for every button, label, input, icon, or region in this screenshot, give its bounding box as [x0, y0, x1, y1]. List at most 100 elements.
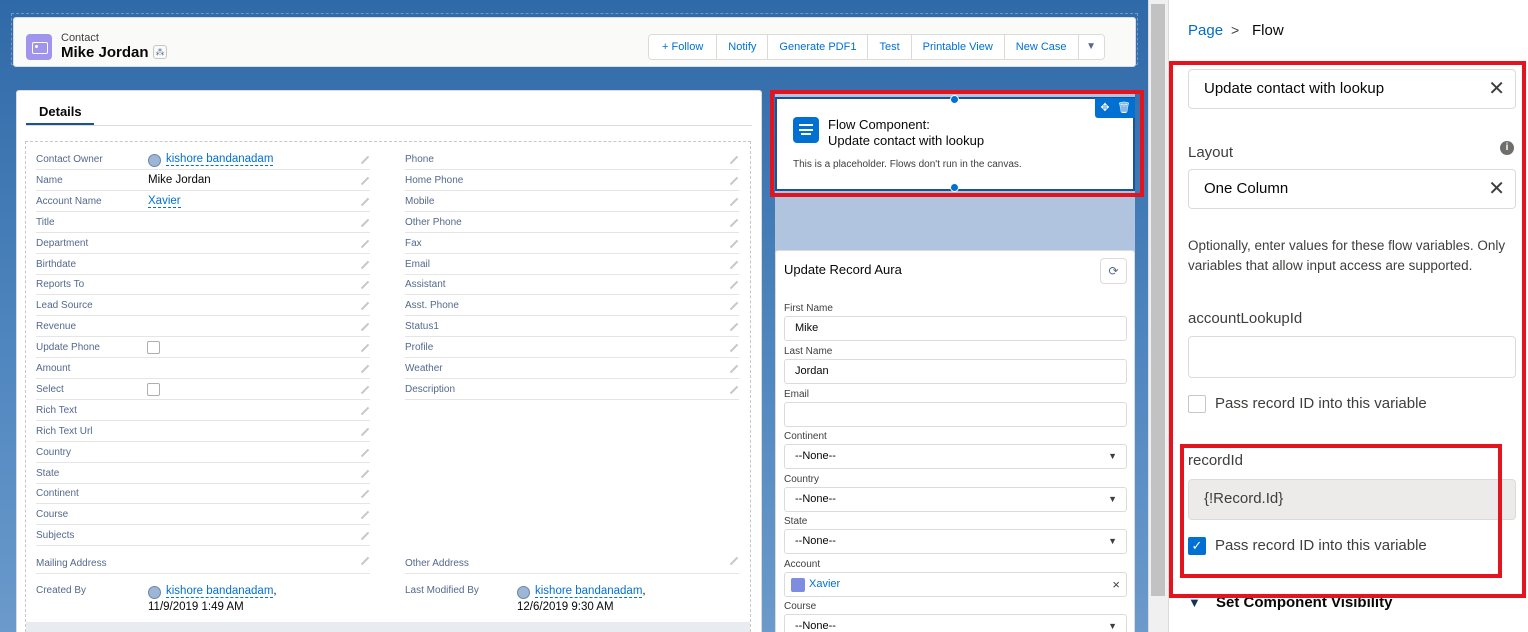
edit-pencil-icon[interactable]	[729, 322, 739, 332]
field-label: Department	[36, 238, 89, 249]
edit-pencil-icon[interactable]	[729, 385, 739, 395]
new-case-button[interactable]: New Case	[1004, 35, 1079, 59]
continent-select[interactable]: --None--	[784, 444, 1127, 469]
field-underline	[405, 253, 739, 254]
country-select[interactable]: --None--	[784, 487, 1127, 512]
edit-pencil-icon[interactable]	[360, 448, 370, 458]
follow-button[interactable]: + Follow	[649, 35, 718, 59]
country-label: Country	[784, 474, 820, 485]
scrollbar-thumb[interactable]	[1151, 4, 1165, 596]
edit-pencil-icon[interactable]	[360, 343, 370, 353]
edit-pencil-icon[interactable]	[360, 510, 370, 520]
generate-pdf1-button[interactable]: Generate PDF1	[768, 35, 869, 59]
edit-pencil-icon[interactable]	[729, 155, 739, 165]
last-name-input[interactable]: Jordan	[784, 359, 1127, 384]
record-detail-frame	[25, 141, 751, 632]
field-label: Continent	[36, 488, 79, 499]
field-underline	[36, 503, 370, 504]
edit-pencil-icon[interactable]	[360, 385, 370, 395]
field-label: Phone	[405, 154, 434, 165]
state-select[interactable]: --None--	[784, 529, 1127, 554]
field-underline	[36, 357, 370, 358]
edit-pencil-icon[interactable]	[729, 260, 739, 270]
edit-pencil-icon[interactable]	[729, 556, 739, 566]
first-name-input[interactable]: Mike	[784, 316, 1127, 341]
edit-pencil-icon[interactable]	[729, 218, 739, 228]
edit-pencil-icon[interactable]	[360, 301, 370, 311]
field-label: State	[36, 468, 60, 479]
field-label: Reports To	[36, 279, 85, 290]
account-pill-value: Xavier	[809, 578, 841, 590]
test-button[interactable]: Test	[868, 35, 912, 59]
field-underline	[36, 169, 370, 170]
field-value[interactable]: Xavier	[148, 195, 181, 208]
refresh-icon[interactable]: ⟳	[1100, 258, 1127, 284]
other-address-label: Other Address	[405, 558, 469, 569]
field-underline	[405, 211, 739, 212]
field-label: Other Phone	[405, 217, 462, 228]
record-type: Contact	[61, 32, 99, 44]
hierarchy-icon[interactable]: ⁂	[153, 45, 167, 59]
field-checkbox[interactable]	[147, 341, 160, 354]
tab-details[interactable]: Details	[39, 104, 82, 119]
field-value[interactable]: kishore bandanadam	[166, 153, 274, 166]
edit-pencil-icon[interactable]	[729, 301, 739, 311]
breadcrumb-current: Flow	[1252, 22, 1284, 39]
created-by-user-link[interactable]: kishore bandanadam	[166, 585, 274, 598]
aura-card-title: Update Record Aura	[784, 262, 902, 277]
field-underline	[405, 336, 739, 337]
edit-pencil-icon[interactable]	[729, 197, 739, 207]
edit-pencil-icon[interactable]	[729, 343, 739, 353]
field-label: Subjects	[36, 530, 75, 541]
field-value: Mike Jordan	[148, 174, 211, 186]
breadcrumb-page-link[interactable]: Page	[1188, 22, 1223, 39]
field-label: Status1	[405, 321, 439, 332]
edit-pencil-icon[interactable]	[729, 239, 739, 249]
field-label: Fax	[405, 238, 422, 249]
field-checkbox[interactable]	[147, 383, 160, 396]
edit-pencil-icon[interactable]	[360, 239, 370, 249]
field-underline	[405, 378, 739, 379]
edit-pencil-icon[interactable]	[360, 406, 370, 416]
plus-icon: +	[662, 41, 669, 53]
edit-pencil-icon[interactable]	[360, 489, 370, 499]
edit-pencil-icon[interactable]	[360, 469, 370, 479]
more-actions-chevron-down-icon[interactable]: ▼	[1078, 35, 1104, 59]
edit-pencil-icon[interactable]	[729, 364, 739, 374]
edit-pencil-icon[interactable]	[360, 280, 370, 290]
tab-divider	[26, 125, 752, 126]
edit-pencil-icon[interactable]	[360, 531, 370, 541]
first-name-label: First Name	[784, 303, 833, 314]
edit-pencil-icon[interactable]	[360, 176, 370, 186]
course-select[interactable]: --None--	[784, 614, 1127, 632]
printable-view-button[interactable]: Printable View	[911, 35, 1005, 59]
field-underline	[405, 169, 739, 170]
edit-pencil-icon[interactable]	[360, 322, 370, 332]
field-label: Revenue	[36, 321, 77, 332]
edit-pencil-icon[interactable]	[729, 280, 739, 290]
field-label: Asst. Phone	[405, 300, 459, 311]
field-value-wrap: kishore bandanadam	[166, 153, 274, 166]
details-footer-section	[26, 622, 750, 632]
edit-pencil-icon[interactable]	[360, 197, 370, 207]
field-value-wrap: Mike Jordan	[148, 174, 211, 186]
contact-icon	[26, 34, 52, 60]
edit-pencil-icon[interactable]	[360, 260, 370, 270]
edit-pencil-icon[interactable]	[360, 364, 370, 374]
change-owner-icon[interactable]	[360, 155, 370, 165]
edit-pencil-icon[interactable]	[729, 176, 739, 186]
edit-pencil-icon[interactable]	[360, 218, 370, 228]
account-lookup-pill[interactable]: Xavier ×	[784, 572, 1127, 597]
modified-by-user-link[interactable]: kishore bandanadam	[535, 585, 643, 598]
account-icon	[791, 578, 805, 592]
field-underline	[36, 524, 370, 525]
record-name: Mike Jordan	[61, 44, 149, 61]
field-underline	[36, 573, 370, 574]
remove-close-icon[interactable]: ×	[1112, 573, 1120, 596]
field-underline	[405, 190, 739, 191]
edit-pencil-icon[interactable]	[360, 556, 370, 566]
field-label: Weather	[405, 363, 443, 374]
notify-button[interactable]: Notify	[717, 35, 769, 59]
email-input[interactable]	[784, 402, 1127, 427]
edit-pencil-icon[interactable]	[360, 427, 370, 437]
